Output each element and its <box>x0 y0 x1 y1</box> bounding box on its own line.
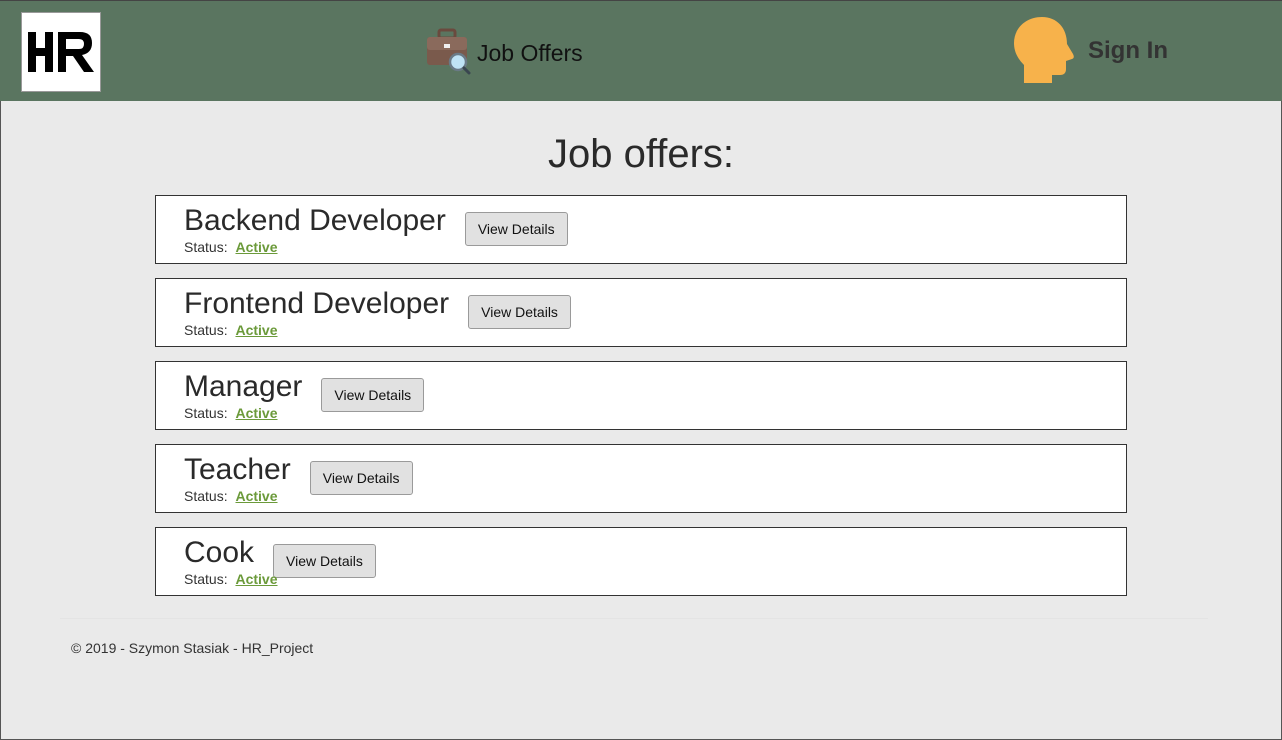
hr-logo[interactable] <box>21 12 101 92</box>
status-value[interactable]: Active <box>235 571 277 587</box>
briefcase-search-icon <box>425 27 471 80</box>
nav-job-offers-link[interactable]: Job Offers <box>425 27 583 80</box>
footer-copyright: © 2019 - Szymon Stasiak - HR_Project <box>71 640 314 656</box>
view-details-button[interactable]: View Details <box>468 295 571 329</box>
status-label: Status: <box>184 239 228 255</box>
status-value[interactable]: Active <box>235 239 277 255</box>
view-details-button[interactable]: View Details <box>464 212 568 246</box>
job-offer-card: Teacher View Details Status: Active <box>155 444 1127 513</box>
job-offer-status: Status: Active <box>184 571 278 587</box>
job-offer-title: Teacher <box>184 453 291 486</box>
job-offer-title: Backend Developer <box>184 204 446 237</box>
user-head-icon <box>1012 15 1076 90</box>
view-details-button[interactable]: View Details <box>273 544 376 578</box>
footer-divider <box>60 618 1208 619</box>
status-label: Status: <box>184 405 228 421</box>
status-label: Status: <box>184 322 228 338</box>
status-value[interactable]: Active <box>235 405 277 421</box>
status-value[interactable]: Active <box>235 322 277 338</box>
view-details-button[interactable]: View Details <box>321 378 425 412</box>
job-offer-title: Cook <box>184 536 255 569</box>
job-offer-status: Status: Active <box>184 322 278 338</box>
job-offer-title: Manager <box>184 370 303 403</box>
job-offer-status: Status: Active <box>184 488 278 504</box>
job-offer-card: Frontend Developer View Details Status: … <box>155 278 1127 347</box>
hr-logo-mark <box>28 32 94 72</box>
status-label: Status: <box>184 488 228 504</box>
sign-in-label: Sign In <box>1088 37 1168 64</box>
nav-job-offers-label: Job Offers <box>477 39 583 66</box>
sign-in-link[interactable]: Sign In <box>1012 16 1168 88</box>
job-offer-card: Manager View Details Status: Active <box>155 361 1127 430</box>
page-title: Job offers: <box>547 132 735 176</box>
navbar: Job Offers Sign In <box>0 0 1282 101</box>
job-offer-card: Backend Developer View Details Status: A… <box>155 195 1127 264</box>
job-offer-status: Status: Active <box>184 239 278 255</box>
job-offer-list: Backend Developer View Details Status: A… <box>155 195 1127 610</box>
status-label: Status: <box>184 571 228 587</box>
view-details-button[interactable]: View Details <box>309 461 413 495</box>
job-offer-card: Cook View Details Status: Active <box>155 527 1127 596</box>
job-offer-title: Frontend Developer <box>184 287 450 320</box>
status-value[interactable]: Active <box>235 488 277 504</box>
job-offer-status: Status: Active <box>184 405 278 421</box>
